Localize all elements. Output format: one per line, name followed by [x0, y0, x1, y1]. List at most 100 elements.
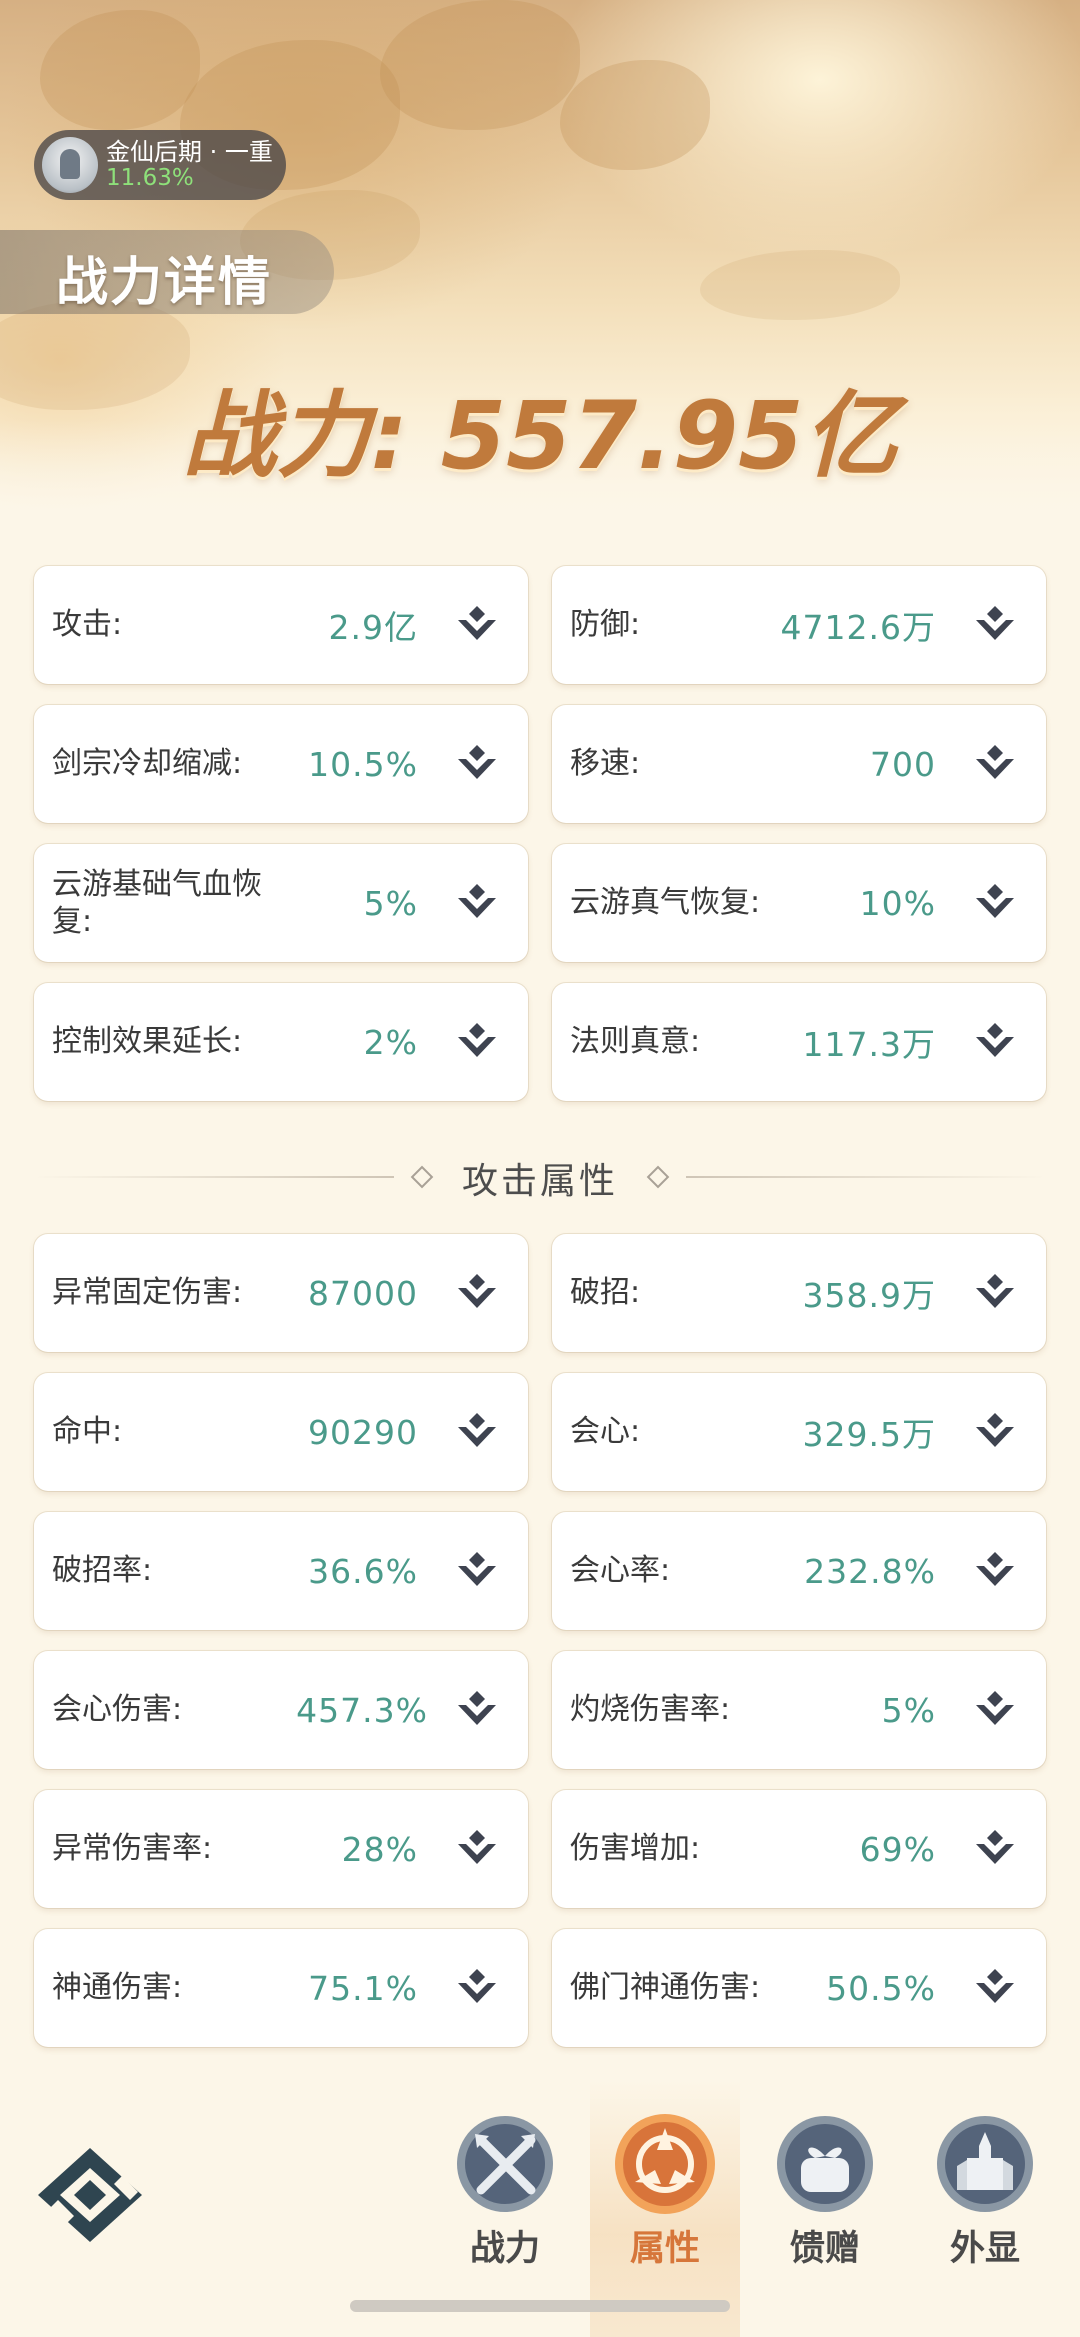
- chevron-down-icon[interactable]: [452, 1017, 502, 1067]
- stat-value: 117.3万: [802, 1025, 936, 1064]
- stat-label: 异常伤害率:: [52, 1831, 213, 1867]
- stat-card-break[interactable]: 破招: 358.9万: [552, 1234, 1046, 1352]
- chevron-down-icon[interactable]: [452, 1407, 502, 1457]
- stat-card-hp-regen[interactable]: 云游基础气血恢复: 5%: [34, 844, 528, 962]
- stat-card-move-speed[interactable]: 移速: 700: [552, 705, 1046, 823]
- stat-value: 10%: [859, 883, 936, 923]
- stat-value: 87000: [308, 1273, 418, 1313]
- tab-label: 馈赠: [789, 2229, 860, 2269]
- stat-card-skill-damage[interactable]: 神通伤害: 75.1%: [34, 1929, 528, 2047]
- stat-value: 700: [870, 744, 936, 784]
- stat-value: 5%: [363, 883, 418, 923]
- stat-card-burn-damage-rate[interactable]: 灼烧伤害率: 5%: [552, 1651, 1046, 1769]
- chevron-down-icon[interactable]: [970, 739, 1020, 789]
- stat-value: 4712.6万: [780, 608, 936, 647]
- stat-value: 329.5万: [802, 1415, 936, 1454]
- chevron-down-icon[interactable]: [970, 1546, 1020, 1596]
- stat-label: 控制效果延长:: [52, 1024, 243, 1060]
- chevron-down-icon[interactable]: [970, 1963, 1020, 2013]
- realm-progress: 11.63%: [106, 164, 194, 191]
- stat-value: 28%: [341, 1829, 418, 1869]
- chevron-down-icon[interactable]: [452, 1268, 502, 1318]
- tab-label: 属性: [629, 2229, 700, 2269]
- stat-label: 神通伤害:: [52, 1970, 183, 2006]
- tab-label: 外显: [949, 2229, 1020, 2269]
- stat-card-crit-rate[interactable]: 会心率: 232.8%: [552, 1512, 1046, 1630]
- stat-card-abnormal-damage-rate[interactable]: 异常伤害率: 28%: [34, 1790, 528, 1908]
- tab-label: 战力: [469, 2229, 540, 2269]
- stat-card-abnormal-fixed-damage[interactable]: 异常固定伤害: 87000: [34, 1234, 528, 1352]
- power-label: 战力:: [182, 382, 409, 491]
- stat-card-defense[interactable]: 防御: 4712.6万: [552, 566, 1046, 684]
- stat-label: 破招率:: [52, 1553, 153, 1589]
- stat-label: 灼烧伤害率:: [570, 1692, 731, 1728]
- chevron-down-icon[interactable]: [970, 1017, 1020, 1067]
- stat-card-control-extend[interactable]: 控制效果延长: 2%: [34, 983, 528, 1101]
- gift-box-icon: [777, 2116, 873, 2212]
- stat-value: 50.5%: [826, 1968, 936, 2008]
- stat-label: 法则真意:: [570, 1024, 701, 1060]
- stat-label: 会心率:: [570, 1553, 671, 1589]
- bottom-nav: 战力 属性 馈赠 外显: [0, 2080, 1080, 2337]
- tab-appearance[interactable]: 外显: [910, 2080, 1060, 2337]
- total-power: 战力: 557.95亿: [0, 360, 1080, 496]
- stat-value: 36.6%: [308, 1551, 418, 1591]
- tab-attributes[interactable]: 属性: [590, 2080, 740, 2337]
- stat-label: 破招:: [570, 1275, 641, 1311]
- chevron-down-icon[interactable]: [970, 600, 1020, 650]
- stat-card-break-rate[interactable]: 破招率: 36.6%: [34, 1512, 528, 1630]
- realm-name: 金仙后期 · 一重: [106, 138, 273, 167]
- stat-card-crit-damage[interactable]: 会心伤害: 457.3%: [34, 1651, 528, 1769]
- chevron-down-icon[interactable]: [970, 1685, 1020, 1735]
- section-title: 攻击属性: [461, 1161, 618, 1202]
- stat-card-sword-cooldown[interactable]: 剑宗冷却缩减: 10.5%: [34, 705, 528, 823]
- chevron-down-icon[interactable]: [452, 1963, 502, 2013]
- stat-card-damage-increase[interactable]: 伤害增加: 69%: [552, 1790, 1046, 1908]
- stat-label: 攻击:: [52, 607, 123, 643]
- stat-label: 异常固定伤害:: [52, 1275, 243, 1311]
- stat-card-buddhist-skill-damage[interactable]: 佛门神通伤害: 50.5%: [552, 1929, 1046, 2047]
- chevron-down-icon[interactable]: [452, 600, 502, 650]
- menu-emblem-icon[interactable]: [30, 2140, 150, 2250]
- attack-stats-grid: 异常固定伤害: 87000 破招: 358.9万 命中: 90290 会心: 3…: [34, 1234, 1046, 2047]
- stat-card-crit[interactable]: 会心: 329.5万: [552, 1373, 1046, 1491]
- stat-label: 伤害增加:: [570, 1831, 701, 1867]
- triskelion-emblem-icon: [615, 2114, 715, 2214]
- avatar: [42, 137, 98, 193]
- stat-label: 佛门神通伤害:: [570, 1970, 761, 2006]
- base-stats-grid: 攻击: 2.9亿 防御: 4712.6万 剑宗冷却缩减: 10.5% 移速: 7…: [34, 566, 1046, 1101]
- section-divider: 攻击属性: [34, 1150, 1046, 1204]
- stat-value: 5%: [881, 1690, 936, 1730]
- power-value: 557.95亿: [440, 382, 898, 491]
- stat-label: 剑宗冷却缩减:: [52, 746, 243, 782]
- stat-card-qi-regen[interactable]: 云游真气恢复: 10%: [552, 844, 1046, 962]
- tab-power[interactable]: 战力: [430, 2080, 580, 2337]
- stat-card-law-insight[interactable]: 法则真意: 117.3万: [552, 983, 1046, 1101]
- chevron-down-icon[interactable]: [970, 1824, 1020, 1874]
- chevron-down-icon[interactable]: [970, 1407, 1020, 1457]
- chevron-down-icon[interactable]: [452, 878, 502, 928]
- stat-value: 2.9亿: [328, 608, 418, 647]
- castle-icon: [937, 2116, 1033, 2212]
- stat-value: 90290: [308, 1412, 418, 1452]
- chevron-down-icon[interactable]: [452, 1685, 502, 1735]
- stat-label: 会心伤害:: [52, 1692, 183, 1728]
- chevron-down-icon[interactable]: [970, 1268, 1020, 1318]
- stat-label: 云游真气恢复:: [570, 885, 761, 921]
- home-indicator[interactable]: [350, 2300, 730, 2312]
- tab-gifts[interactable]: 馈赠: [750, 2080, 900, 2337]
- chevron-down-icon[interactable]: [452, 1546, 502, 1596]
- stat-card-hit[interactable]: 命中: 90290: [34, 1373, 528, 1491]
- stat-value: 2%: [363, 1022, 418, 1062]
- chevron-down-icon[interactable]: [970, 878, 1020, 928]
- realm-badge[interactable]: 金仙后期 · 一重 11.63%: [34, 130, 286, 200]
- stat-value: 69%: [859, 1829, 936, 1869]
- stat-value: 232.8%: [804, 1551, 936, 1591]
- stat-value: 457.3%: [296, 1690, 428, 1730]
- stat-value: 358.9万: [802, 1276, 936, 1315]
- stat-card-attack[interactable]: 攻击: 2.9亿: [34, 566, 528, 684]
- stat-value: 10.5%: [308, 744, 418, 784]
- crossed-swords-icon: [457, 2116, 553, 2212]
- chevron-down-icon[interactable]: [452, 1824, 502, 1874]
- chevron-down-icon[interactable]: [452, 739, 502, 789]
